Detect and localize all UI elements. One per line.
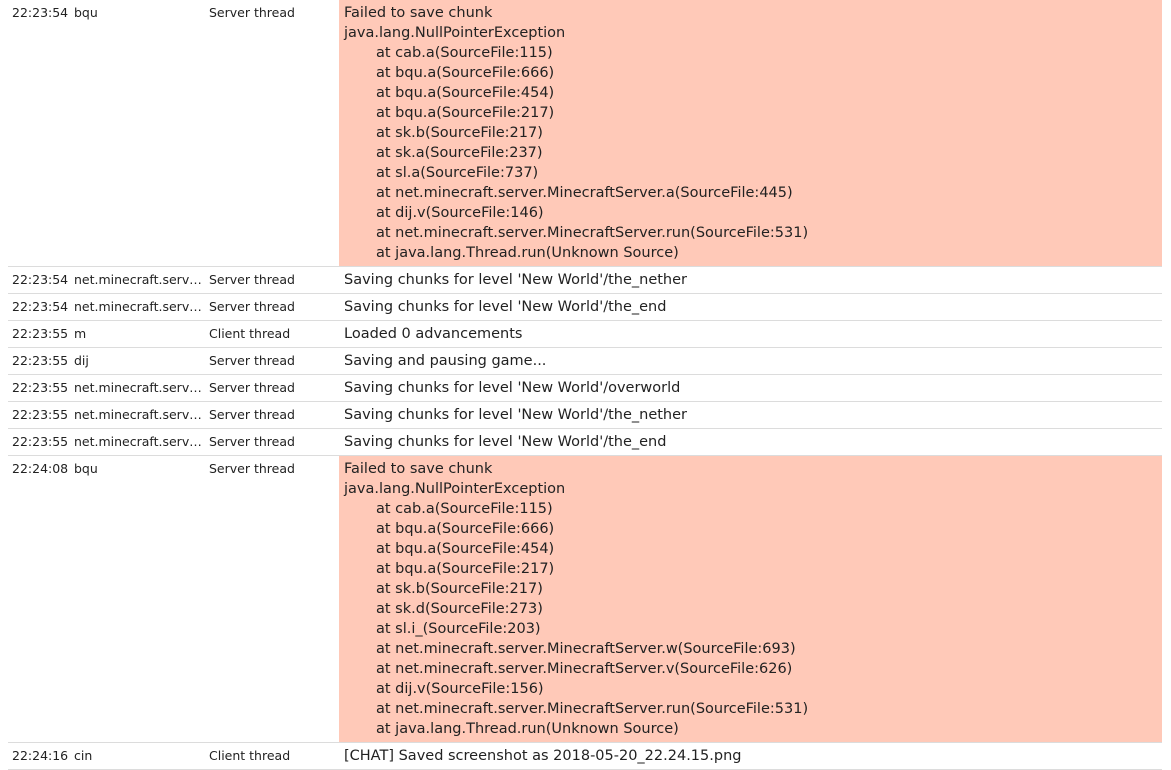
stack-trace-line: at java.lang.Thread.run(Unknown Source) bbox=[376, 245, 679, 261]
log-thread: Server thread bbox=[209, 380, 295, 395]
stack-trace-line: at sk.a(SourceFile:237) bbox=[376, 145, 543, 161]
log-thread: Client thread bbox=[209, 326, 291, 341]
message-line: Saving chunks for level 'New World'/the_… bbox=[344, 272, 688, 288]
log-logger: net.minecraft.server.MinecraftServer bbox=[74, 272, 209, 287]
log-time: 22:23:55 bbox=[12, 326, 69, 341]
message-line: Saving chunks for level 'New World'/the_… bbox=[344, 434, 667, 450]
message-line: Saving chunks for level 'New World'/over… bbox=[344, 380, 681, 396]
log-message: Saving chunks for level 'New World'/the_… bbox=[339, 267, 1162, 293]
log-message: Failed to save chunk java.lang.NullPointe… bbox=[339, 456, 1162, 742]
log-message: Saving and pausing game... bbox=[339, 348, 1162, 374]
log-message: Loaded 0 advancements bbox=[339, 321, 1162, 347]
log-thread: Server thread bbox=[209, 272, 295, 287]
log-row-error[interactable]: 22:23:54 bqu Server thread Failed to save c… bbox=[8, 0, 1162, 267]
log-thread: Server thread bbox=[209, 407, 295, 422]
stack-trace-line: at bqu.a(SourceFile:454) bbox=[376, 85, 555, 101]
log-row[interactable]: 22:23:55 net.minecraft.server.MinecraftSe… bbox=[8, 402, 1162, 429]
log-logger: bqu bbox=[74, 461, 98, 476]
log-table: 22:23:54 bqu Server thread Failed to save c… bbox=[8, 0, 1162, 770]
log-row-error[interactable]: 22:24:08 bqu Server thread Failed to save c… bbox=[8, 456, 1162, 743]
stack-trace-line: at sk.b(SourceFile:217) bbox=[376, 125, 543, 141]
log-message: [CHAT] Saved screenshot as 2018-05-20_22… bbox=[339, 743, 1162, 769]
stack-trace-line: at bqu.a(SourceFile:217) bbox=[376, 105, 555, 121]
log-row[interactable]: 22:23:55 m Client thread Loaded 0 advanceme… bbox=[8, 321, 1162, 348]
stack-trace-line: at cab.a(SourceFile:115) bbox=[376, 501, 553, 517]
log-message: Failed to save chunk java.lang.NullPointe… bbox=[339, 0, 1162, 266]
stack-trace-line: at sk.b(SourceFile:217) bbox=[376, 581, 543, 597]
log-logger: cin bbox=[74, 748, 93, 763]
message-line: java.lang.NullPointerException bbox=[344, 481, 566, 497]
log-row[interactable]: 22:23:55 dij Server thread Saving and pausi… bbox=[8, 348, 1162, 375]
log-logger: net.minecraft.server.MinecraftServer bbox=[74, 407, 209, 422]
log-row[interactable]: 22:23:55 net.minecraft.server.MinecraftSe… bbox=[8, 429, 1162, 456]
stack-trace-line: at dij.v(SourceFile:156) bbox=[376, 681, 544, 697]
log-time: 22:23:54 bbox=[12, 299, 69, 314]
log-time: 22:23:54 bbox=[12, 5, 69, 20]
stack-trace-line: at bqu.a(SourceFile:217) bbox=[376, 561, 555, 577]
stack-trace-line: at bqu.a(SourceFile:454) bbox=[376, 541, 555, 557]
log-message: Saving chunks for level 'New World'/the_… bbox=[339, 294, 1162, 320]
log-thread: Client thread bbox=[209, 748, 291, 763]
log-time: 22:23:55 bbox=[12, 434, 69, 449]
stack-trace-line: at java.lang.Thread.run(Unknown Source) bbox=[376, 721, 679, 737]
log-time: 22:23:55 bbox=[12, 380, 69, 395]
stack-trace-line: at sk.d(SourceFile:273) bbox=[376, 601, 543, 617]
log-logger: bqu bbox=[74, 5, 98, 20]
log-message: Saving chunks for level 'New World'/the_… bbox=[339, 429, 1162, 455]
message-line: [CHAT] Saved screenshot as 2018-05-20_22… bbox=[344, 748, 742, 764]
message-line: java.lang.NullPointerException bbox=[344, 25, 566, 41]
stack-trace-line: at sl.i_(SourceFile:203) bbox=[376, 621, 541, 637]
log-logger: net.minecraft.server.MinecraftServer bbox=[74, 299, 209, 314]
log-logger: net.minecraft.server.MinecraftServer bbox=[74, 434, 209, 449]
log-message: Saving chunks for level 'New World'/over… bbox=[339, 375, 1162, 401]
log-thread: Server thread bbox=[209, 299, 295, 314]
log-time: 22:23:55 bbox=[12, 353, 69, 368]
log-row[interactable]: 22:23:54 net.minecraft.server.MinecraftSe… bbox=[8, 294, 1162, 321]
message-line: Loaded 0 advancements bbox=[344, 326, 523, 342]
message-line: Saving and pausing game... bbox=[344, 353, 547, 369]
log-time: 22:24:08 bbox=[12, 461, 69, 476]
log-time: 22:23:54 bbox=[12, 272, 69, 287]
stack-trace-line: at bqu.a(SourceFile:666) bbox=[376, 65, 555, 81]
message-line: Saving chunks for level 'New World'/the_… bbox=[344, 299, 667, 315]
stack-trace-line: at net.minecraft.server.MinecraftServer.… bbox=[376, 701, 809, 717]
log-logger: m bbox=[74, 326, 87, 341]
stack-trace-line: at bqu.a(SourceFile:666) bbox=[376, 521, 555, 537]
stack-trace-line: at dij.v(SourceFile:146) bbox=[376, 205, 544, 221]
stack-trace-line: at net.minecraft.server.MinecraftServer.… bbox=[376, 185, 793, 201]
log-row[interactable]: 22:24:16 cin Client thread [CHAT] Saved scr… bbox=[8, 743, 1162, 770]
log-message: Saving chunks for level 'New World'/the_… bbox=[339, 402, 1162, 428]
log-thread: Server thread bbox=[209, 461, 295, 476]
stack-trace-line: at net.minecraft.server.MinecraftServer.… bbox=[376, 641, 796, 657]
log-time: 22:24:16 bbox=[12, 748, 69, 763]
stack-trace-line: at sl.a(SourceFile:737) bbox=[376, 165, 539, 181]
stack-trace-line: at cab.a(SourceFile:115) bbox=[376, 45, 553, 61]
log-thread: Server thread bbox=[209, 5, 295, 20]
stack-trace-line: at net.minecraft.server.MinecraftServer.… bbox=[376, 225, 809, 241]
log-row[interactable]: 22:23:54 net.minecraft.server.MinecraftSe… bbox=[8, 267, 1162, 294]
message-line: Failed to save chunk bbox=[344, 461, 493, 477]
log-time: 22:23:55 bbox=[12, 407, 69, 422]
log-logger: dij bbox=[74, 353, 89, 368]
log-thread: Server thread bbox=[209, 353, 295, 368]
stack-trace-line: at net.minecraft.server.MinecraftServer.… bbox=[376, 661, 793, 677]
message-line: Failed to save chunk bbox=[344, 5, 493, 21]
log-thread: Server thread bbox=[209, 434, 295, 449]
log-row[interactable]: 22:23:55 net.minecraft.server.MinecraftSe… bbox=[8, 375, 1162, 402]
message-line: Saving chunks for level 'New World'/the_… bbox=[344, 407, 688, 423]
log-logger: net.minecraft.server.MinecraftServer bbox=[74, 380, 209, 395]
